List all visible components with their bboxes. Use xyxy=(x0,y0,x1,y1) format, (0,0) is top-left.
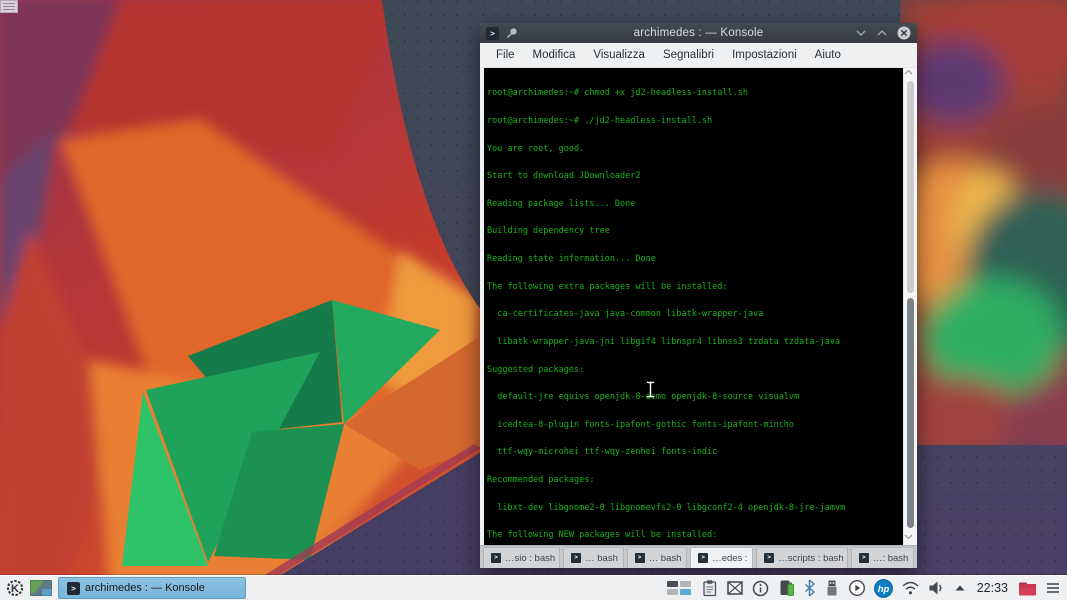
konsole-tab-icon: > xyxy=(635,553,645,563)
hp-device-icon[interactable]: hp xyxy=(874,579,893,598)
konsole-tab-icon: > xyxy=(571,553,581,563)
svg-text:K: K xyxy=(11,583,19,595)
menu-file[interactable]: File xyxy=(488,46,523,64)
taskbar-panel: K > archimedes : — Konsole xyxy=(0,575,1067,600)
device-battery-icon[interactable] xyxy=(777,579,795,597)
pager-widget[interactable] xyxy=(30,580,52,596)
tab-6[interactable]: >…: bash xyxy=(851,547,914,568)
menu-aiuto[interactable]: Aiuto xyxy=(807,46,849,64)
screenshot-frame-icon[interactable] xyxy=(726,579,744,597)
desktop: > archimedes : — Konsole xyxy=(0,0,1067,600)
usb-drive-icon[interactable] xyxy=(824,579,840,597)
info-icon[interactable] xyxy=(752,580,769,597)
tab-2[interactable]: >… bash xyxy=(563,547,624,568)
red-folder-icon[interactable] xyxy=(1018,580,1037,597)
expand-tray-icon[interactable] xyxy=(953,582,967,594)
tab-1[interactable]: >…sio : bash xyxy=(483,547,560,568)
konsole-tab-icon: > xyxy=(491,553,501,563)
menu-segnalibri[interactable]: Segnalibri xyxy=(655,46,722,64)
scrollbar-thumb[interactable] xyxy=(907,298,914,528)
konsole-tab-icon: > xyxy=(859,553,869,563)
window-grid-icon[interactable] xyxy=(667,580,693,596)
menu-modifica[interactable]: Modifica xyxy=(525,46,584,64)
scroll-up-icon[interactable] xyxy=(904,69,917,79)
wifi-icon[interactable] xyxy=(901,580,920,596)
media-player-icon[interactable] xyxy=(848,579,866,597)
close-button[interactable] xyxy=(897,26,911,40)
scrollbar[interactable] xyxy=(903,68,917,545)
tab-4-active[interactable]: >…edes : xyxy=(690,547,753,568)
window-title: archimedes : — Konsole xyxy=(556,27,841,39)
konsole-task-icon: > xyxy=(67,582,80,595)
volume-icon[interactable] xyxy=(928,580,945,596)
clipboard-icon[interactable] xyxy=(701,579,718,597)
system-tray: hp 22:33 xyxy=(667,579,1061,598)
mouse-ibeam-cursor xyxy=(644,380,657,399)
titlebar[interactable]: > archimedes : — Konsole xyxy=(480,23,917,43)
kde-launcher-icon[interactable]: K xyxy=(6,579,24,597)
maximize-button[interactable] xyxy=(876,29,888,37)
panel-menu-icon[interactable] xyxy=(1045,581,1061,595)
bluetooth-icon[interactable] xyxy=(803,579,816,597)
terminal-output[interactable]: root@archimedes:~# chmod +x jd2-headless… xyxy=(484,68,903,545)
desktop-widget[interactable] xyxy=(0,0,18,13)
konsole-window: > archimedes : — Konsole xyxy=(480,23,917,568)
konsole-tab-icon: > xyxy=(698,553,708,563)
scroll-down-icon[interactable] xyxy=(904,534,917,544)
task-button-label: archimedes : — Konsole xyxy=(85,582,205,594)
tab-5[interactable]: >…scripts : bash xyxy=(756,547,848,568)
konsole-tab-icon: > xyxy=(764,553,774,563)
minimize-button[interactable] xyxy=(855,29,867,37)
menubar: File Modifica Visualizza Segnalibri Impo… xyxy=(480,43,917,68)
menu-impostazioni[interactable]: Impostazioni xyxy=(724,46,805,64)
task-button-konsole[interactable]: > archimedes : — Konsole xyxy=(58,577,246,599)
pin-icon[interactable] xyxy=(505,27,518,40)
scrollbar-track-segment[interactable] xyxy=(907,81,914,293)
svg-text:hp: hp xyxy=(877,584,889,595)
konsole-window-icon: > xyxy=(486,27,499,40)
clock[interactable]: 22:33 xyxy=(975,581,1010,595)
tab-3[interactable]: >… bash xyxy=(627,547,688,568)
menu-visualizza[interactable]: Visualizza xyxy=(585,46,653,64)
tab-bar: >…sio : bash >… bash >… bash >…edes : >…… xyxy=(480,545,917,568)
